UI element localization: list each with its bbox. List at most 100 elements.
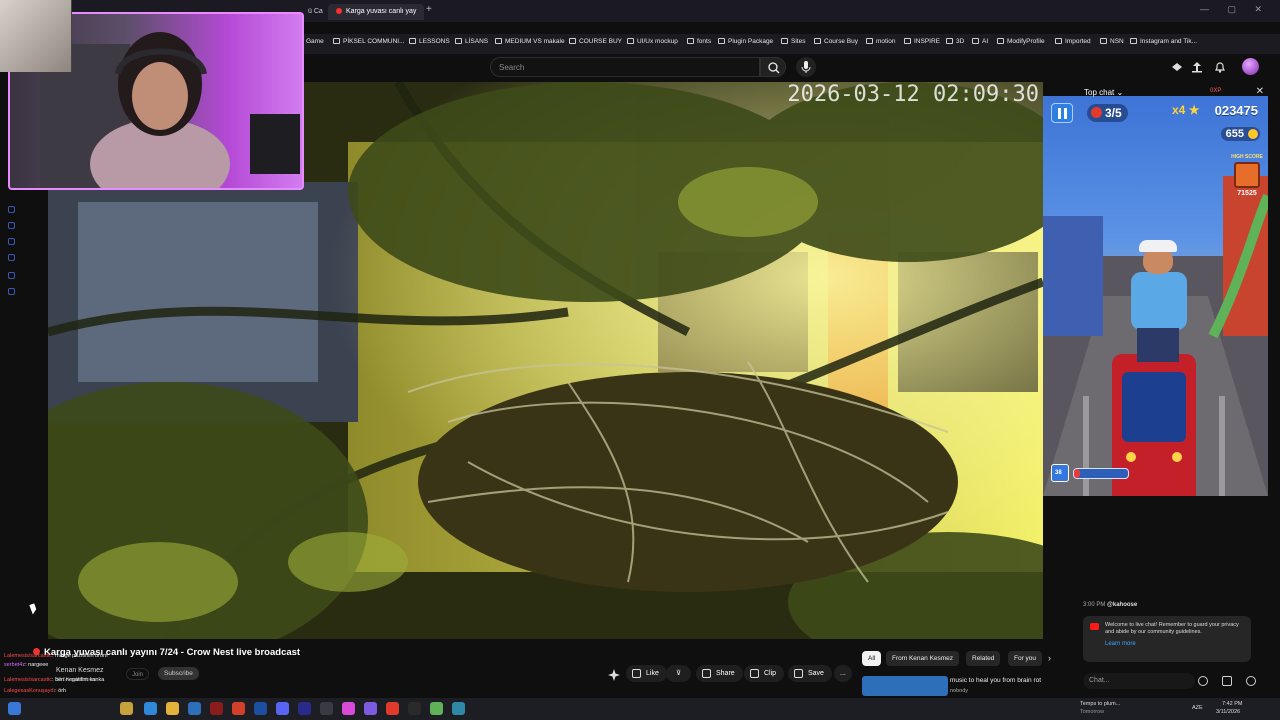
kitten-overlay bbox=[0, 0, 72, 72]
join-button[interactable]: Join bbox=[126, 668, 150, 680]
pause-button[interactable] bbox=[1051, 103, 1073, 123]
runner-character bbox=[1125, 240, 1191, 366]
avatar[interactable] bbox=[1242, 58, 1259, 75]
bookmark-item[interactable]: COURSE BUY bbox=[569, 38, 622, 45]
discord-icon[interactable] bbox=[276, 702, 289, 715]
app-icon[interactable] bbox=[342, 702, 355, 715]
clock-time[interactable]: 7:42 PM bbox=[1222, 701, 1242, 707]
chat-mode-selector[interactable]: Top chat ⌄ bbox=[1084, 88, 1123, 97]
browser-tab-active[interactable]: Karga yuvası canlı yay bbox=[328, 4, 425, 20]
bell-icon[interactable] bbox=[1213, 60, 1227, 74]
runner-body bbox=[1131, 272, 1187, 330]
folder-icon bbox=[333, 38, 340, 44]
app-icon[interactable] bbox=[408, 702, 421, 715]
more-button[interactable]: ... bbox=[834, 665, 852, 682]
visual-studio-icon[interactable] bbox=[364, 702, 377, 715]
bookmark-item[interactable]: Game bbox=[306, 38, 324, 45]
rail-icon[interactable] bbox=[8, 272, 15, 279]
dislike-button[interactable]: ⊽ bbox=[666, 665, 692, 682]
bookmark-item[interactable]: LESSONS bbox=[409, 38, 450, 45]
star-icon: ★ bbox=[1188, 103, 1200, 117]
app-icon[interactable] bbox=[120, 702, 133, 715]
filter-chip-for-you[interactable]: For you bbox=[1008, 651, 1043, 666]
browser-tab[interactable]: ü Ca bbox=[300, 4, 331, 20]
rail-icon[interactable] bbox=[8, 288, 15, 295]
chevron-right-icon[interactable]: › bbox=[1048, 653, 1051, 663]
clip-button[interactable]: Clip bbox=[744, 665, 785, 682]
window-controls[interactable]: — ▢ ✕ bbox=[1200, 4, 1270, 15]
app-icon[interactable] bbox=[320, 702, 333, 715]
like-button[interactable]: Like bbox=[626, 665, 667, 682]
share-button[interactable]: Share bbox=[696, 665, 743, 682]
sparkle-icon[interactable] bbox=[608, 669, 620, 681]
screen: ü Ca Karga yuvası canlı yay + — ▢ ✕ Game… bbox=[0, 0, 1280, 720]
chat-welcome-notice: Welcome to live chat! Remember to guard … bbox=[1083, 616, 1251, 662]
bookmark-item[interactable]: fonts bbox=[687, 38, 711, 45]
app-icon[interactable] bbox=[386, 702, 399, 715]
powerup-fill bbox=[1074, 469, 1081, 478]
rail-icon[interactable] bbox=[8, 206, 15, 213]
share-icon bbox=[702, 669, 711, 678]
save-button[interactable]: Save bbox=[788, 665, 832, 682]
runner-legs bbox=[1137, 328, 1179, 362]
filter-chip-channel[interactable]: From Kenan Kesmez bbox=[886, 651, 960, 666]
bookmark-item[interactable]: Course Buy bbox=[814, 38, 858, 45]
upload-icon[interactable] bbox=[1190, 60, 1204, 74]
bookmark-item[interactable]: 3D bbox=[946, 38, 964, 45]
folder-icon bbox=[495, 38, 502, 44]
filter-chip-related[interactable]: Related bbox=[966, 651, 1001, 666]
clock-date[interactable]: 3/11/2026 bbox=[1216, 709, 1240, 715]
folder-icon[interactable] bbox=[166, 702, 179, 715]
bookmark-item[interactable]: motion bbox=[866, 38, 896, 45]
rail-icon[interactable] bbox=[8, 238, 15, 245]
app-icon[interactable] bbox=[430, 702, 443, 715]
bookmark-item[interactable]: Imported bbox=[1055, 38, 1091, 45]
folder-icon bbox=[627, 38, 634, 44]
taskbar: Temps to plum... Tomorrow AZE 7:42 PM 3/… bbox=[0, 698, 1280, 720]
bookmark-item[interactable]: LİSANS bbox=[455, 38, 488, 45]
emoji-icon[interactable] bbox=[1198, 676, 1208, 686]
bookmark-item[interactable]: UI/Ux mockup bbox=[627, 38, 678, 45]
app-icon[interactable] bbox=[452, 702, 465, 715]
live-chat: 3:00 PM @kahoose Welcome to live chat! R… bbox=[1075, 500, 1272, 670]
coin-counter: 655 bbox=[1220, 127, 1260, 141]
bookmark-item[interactable]: Plugin Package bbox=[718, 38, 773, 45]
search-input[interactable]: Search bbox=[490, 57, 760, 77]
super-chat-icon[interactable] bbox=[1222, 676, 1232, 686]
chat-input[interactable]: Chat... bbox=[1083, 673, 1195, 689]
bookmark-item[interactable]: Sites bbox=[781, 38, 805, 45]
cast-icon[interactable] bbox=[1170, 60, 1184, 74]
chrome-icon[interactable] bbox=[232, 702, 245, 715]
recommendation-title[interactable]: music to heal you from brain rot bbox=[950, 677, 1041, 684]
app-icon[interactable] bbox=[188, 702, 201, 715]
folder-icon bbox=[972, 38, 979, 44]
adobe-icon[interactable] bbox=[210, 702, 223, 715]
premiere-icon[interactable] bbox=[298, 702, 311, 715]
filter-chip-all[interactable]: All bbox=[862, 651, 882, 666]
bookmark-item[interactable]: INSPIRE bbox=[904, 38, 940, 45]
subscribe-button[interactable]: Subscribe bbox=[158, 667, 199, 680]
edge-icon[interactable] bbox=[144, 702, 157, 715]
bookmark-item[interactable]: ModifyProfile bbox=[997, 38, 1045, 45]
windows-icon[interactable] bbox=[8, 702, 21, 715]
heart-icon[interactable] bbox=[1246, 676, 1256, 686]
new-tab-button[interactable]: + bbox=[426, 4, 432, 15]
learn-more-link[interactable]: Learn more bbox=[1105, 641, 1243, 648]
bookmark-item[interactable]: AI bbox=[972, 38, 988, 45]
bookmark-item[interactable]: PİKSEL COMMUNI... bbox=[333, 38, 405, 45]
bookmark-item[interactable]: NSN bbox=[1100, 38, 1124, 45]
weather-label[interactable]: Temps to plum... bbox=[1080, 701, 1120, 707]
coin-icon bbox=[1248, 129, 1258, 139]
photoshop-icon[interactable] bbox=[254, 702, 267, 715]
chevron-down-icon: ⌄ bbox=[1116, 88, 1124, 97]
bookmark-item[interactable]: Instagram and Tik... bbox=[1130, 38, 1197, 45]
language-indicator[interactable]: AZE bbox=[1192, 705, 1203, 711]
rail-icon[interactable] bbox=[8, 222, 15, 229]
recommendation-thumbnail[interactable] bbox=[862, 676, 948, 696]
bookmark-item[interactable]: MEDIUM VS makale bbox=[495, 38, 565, 45]
rail-icon[interactable] bbox=[8, 254, 15, 261]
close-icon[interactable]: ✕ bbox=[1256, 86, 1264, 97]
message-time: 3:00 PM bbox=[1083, 602, 1106, 608]
search-button[interactable] bbox=[760, 57, 786, 77]
voice-search-button[interactable] bbox=[796, 57, 816, 77]
